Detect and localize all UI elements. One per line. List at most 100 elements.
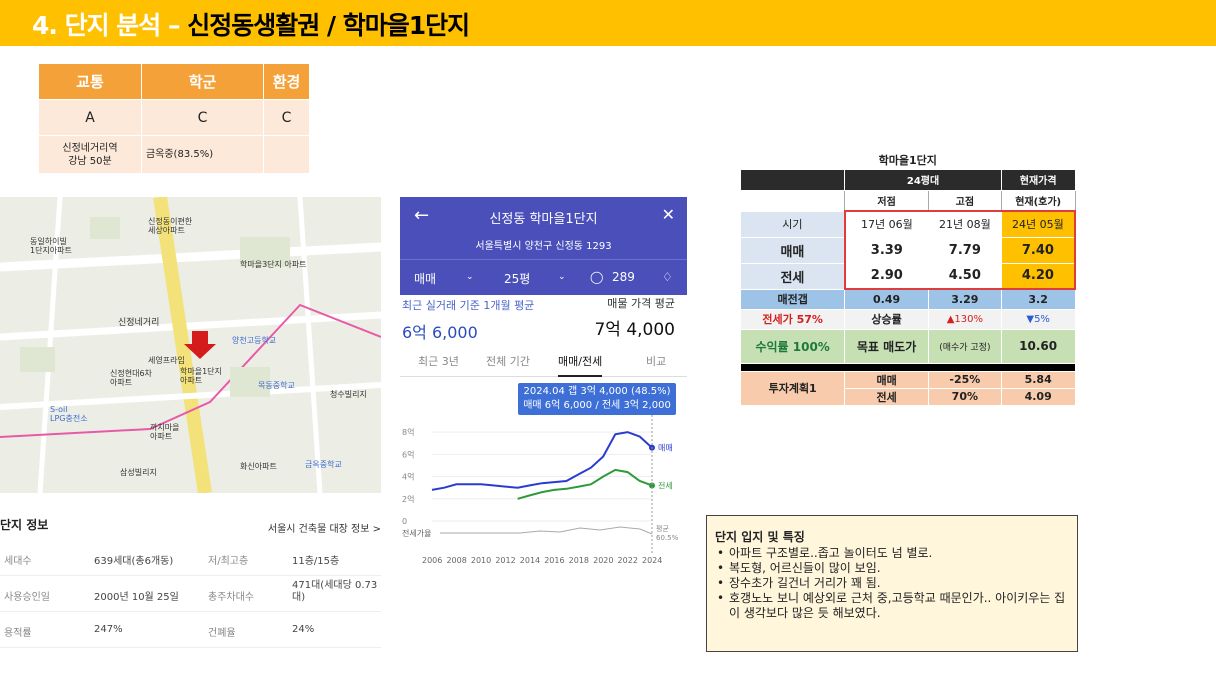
rating-desc-environment [263,135,310,174]
map-label-hwasin: 화신아파트 [240,462,277,471]
rating-desc-school: 금옥중(83.5%) [140,135,265,174]
chevron-down-icon[interactable]: ⌄ [558,272,566,282]
map-label-samsung: 삼성빌리지 [120,468,157,477]
app-panel: ← 신정동 학마을1단지 ✕ 서울특별시 양천구 신정동 1293 매매 ⌄ 2… [400,197,687,577]
note-item: 호갱노노 보니 예상외로 근처 중,고등학교 때문인가.. 아이키우는 집이 생… [715,591,1069,621]
bell-icon[interactable]: ♢ [662,270,673,284]
row-time-label: 시기 [739,210,846,238]
col-current: 현재(호가) [1000,189,1076,212]
rating-table: 교통 학군 환경 A C C 신정네거리역 강남 50분 금옥중(83.5%) [38,63,310,174]
map-label-apt1: 신정동이편한 세상아파트 [148,217,193,235]
col-high: 고점 [927,189,1002,212]
slide-subtitle: 신정동생활권 / 학마을1단지 [187,11,470,40]
app-topbar: ← 신정동 학마을1단지 ✕ 서울특별시 양천구 신정동 1293 매매 ⌄ 2… [400,197,687,295]
col-low: 저점 [844,189,929,212]
x-tick-label: 2018 [569,556,589,565]
row-jeonse-label: 전세 [739,262,846,290]
info-row: 용적률 247% 건폐율 24% [0,612,381,648]
filter-bar: 매매 ⌄ 25평 ⌄ ◯ 289 ♢ [400,259,687,295]
x-tick-label: 2016 [544,556,564,565]
recent-avg-value: 6억 6,000 [402,323,478,342]
complex-info: 단지 정보 서울시 건축물 대장 정보 > 세대수 639세대(총6개동) 저/… [0,508,381,658]
x-tick-label: 2024 [642,556,662,565]
size-label: 24평대 [844,168,1002,191]
note-item: 장수초가 길건너 거리가 꽤 됨. [715,576,1069,591]
comment-icon[interactable]: ◯ [590,270,603,284]
map-label-sewon: 세영프라임 [148,356,185,365]
map-label-apt2: 동일하이빌 1단지아파트 [30,237,72,255]
rating-grade-transport: A [38,99,142,136]
filter-size[interactable]: 25평 [504,270,530,287]
y-tick-label: 2억 [402,494,414,504]
x-tick-label: 2008 [446,556,466,565]
series-label: 전세 [658,480,673,490]
x-tick-label: 2012 [495,556,515,565]
map-label-cheongsu: 청수빌리지 [330,390,367,399]
rating-desc-transport: 신정네거리역 강남 50분 [38,135,142,174]
info-row: 세대수 639세대(총6개동) 저/최고층 11층/15층 [0,540,381,576]
series-line-sale [431,431,653,491]
current-header: 현재가격 [1000,168,1076,191]
feature-note: 단지 입지 및 특징 아파트 구조별로..좁고 놀이터도 넘 별로. 복도형, … [706,515,1078,652]
tab-compare[interactable]: 비교 [646,353,666,369]
bottom-value: 60.5% [656,534,679,542]
y-tick-label: 0 [402,517,407,526]
listing-avg-label: 매물 가격 평균 [607,297,675,310]
price-table: 학마을1단지 24평대 현재가격 저점 고점 현재(호가) 시기 17년 06월… [739,151,1076,406]
chart-tooltip: 2024.04 갭 3억 4,000 (48.5%) 매매 6억 6,000 /… [518,383,676,415]
rating-grade-environment: C [263,99,310,136]
note-title: 단지 입지 및 특징 [715,530,805,544]
map-label-geumok: 금옥중학교 [305,460,342,469]
x-tick-label: 2010 [471,556,491,565]
note-item: 복도형, 어르신들이 많이 보임. [715,561,1069,576]
building-register-link[interactable]: 서울시 건축물 대장 정보 > [268,520,381,535]
map-label-school: 양천고등학교 [232,336,277,345]
filter-type[interactable]: 매매 [414,270,436,287]
slide-header: 4. 단지 분석 – 신정동생활권 / 학마을1단지 [0,0,1216,46]
map-label-complex: 학마을1단지 아파트 [180,367,222,385]
complex-address: 서울특별시 양천구 신정동 1293 [475,241,612,252]
row-gap-label: 매전갭 [739,288,846,310]
row-sale-label: 매매 [739,236,846,264]
recent-avg-label: 최근 실거래 기준 1개월 평균 [402,299,535,312]
rating-grade-school: C [140,99,265,136]
tab-all-period[interactable]: 전체 기간 [486,353,530,369]
slide-title: 4. 단지 분석 – 신정동생활권 / 학마을1단지 [32,11,470,40]
x-tick-label: 2006 [422,556,442,565]
price-table-title: 학마을1단지 [740,151,1075,169]
ratio-line [440,526,653,535]
tab-sale-jeonse[interactable]: 매매/전세 [558,353,603,377]
info-row: 사용승인일 2000년 10월 25일 총주차대수 471대(세대당 0.73대… [0,576,381,612]
jeonse-ratio: 전세가 57% [739,308,846,330]
map-view[interactable]: 신정네거리 학마을1단지 아파트 양천고등학교 목동중학교 신정동이편한 세상아… [0,197,381,493]
complex-info-heading: 단지 정보 [0,518,49,532]
yield-label: 수익률 100% [739,328,846,364]
bottom-value: 평균 [656,524,669,533]
chevron-down-icon[interactable]: ⌄ [466,272,474,282]
chart-tabs: 최근 3년 전체 기간 매매/전세 비교 [400,347,687,377]
y-tick-label: 8억 [402,427,414,437]
map-label-oil: S-oil LPG충전소 [50,405,88,423]
plan-label: 투자계획1 [739,370,846,406]
map-label-ssangyong: 신정현대6차 아파트 [110,369,152,387]
price-chart[interactable]: 8억 6억 4억 2억 0 매매전세전세가율 평균60.5% 2006 2008 2010 2012… [400,415,687,575]
map-label-kkachi: 까치마을 아파트 [150,423,180,441]
rating-header-environment: 환경 [263,63,310,100]
note-item: 아파트 구조별로..좁고 놀이터도 넘 별로. [715,546,1069,561]
y-tick-label: 6억 [402,449,414,459]
series-label: 매매 [658,444,673,453]
listing-avg-value: 7억 4,000 [594,320,675,340]
close-icon[interactable]: ✕ [662,205,675,224]
tab-recent-3y[interactable]: 최근 3년 [418,353,459,369]
complex-name: 신정동 학마을1단지 [489,212,598,227]
rating-header-transport: 교통 [38,63,142,100]
y-tick-label: 4억 [402,472,414,482]
map-label-station: 신정네거리 [118,318,160,328]
note-list: 아파트 구조별로..좁고 놀이터도 넘 별로. 복도형, 어르신들이 많이 보임… [715,546,1069,621]
rating-header-school: 학군 [140,63,265,100]
x-tick-label: 2020 [593,556,613,565]
x-tick-label: 2014 [520,556,540,565]
map-label-apt3: 학마을3단지 아파트 [240,260,307,269]
map-label-school2: 목동중학교 [258,381,295,390]
bottom-label: 전세가율 [402,528,431,538]
